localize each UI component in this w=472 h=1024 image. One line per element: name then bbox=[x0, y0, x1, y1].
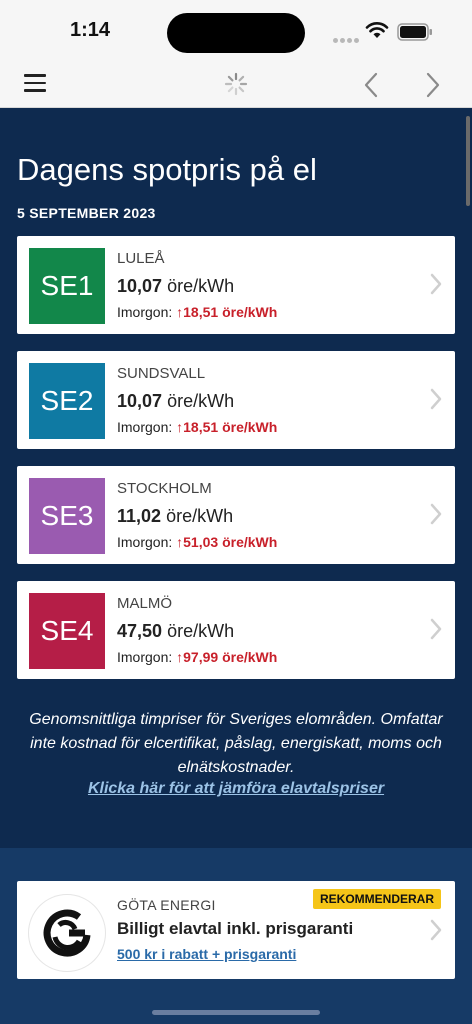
forward-arrow-icon[interactable] bbox=[422, 70, 444, 100]
promo-headline: Billigt elavtal inkl. prisgaranti bbox=[117, 919, 354, 938]
region-card-se3[interactable]: SE3 STOCKHOLM 11,02 öre/kWh Imorgon: ↑51… bbox=[17, 466, 455, 564]
region-city: LULEÅ bbox=[117, 250, 165, 267]
promo-brand: GÖTA ENERGI bbox=[117, 897, 216, 913]
price-disclaimer: Genomsnittliga timpriser för Sveriges el… bbox=[29, 711, 443, 776]
dynamic-island bbox=[167, 13, 305, 53]
price-value: 10,07 bbox=[117, 391, 163, 411]
region-city: MALMÖ bbox=[117, 595, 173, 612]
promo-offer-link[interactable]: 500 kr i rabatt + prisgaranti bbox=[117, 946, 296, 962]
tomorrow-price: Imorgon: ↑97,99 öre/kWh bbox=[117, 649, 277, 665]
price-unit: öre/kWh bbox=[167, 391, 235, 411]
chevron-right-icon bbox=[430, 273, 442, 295]
gota-energi-logo bbox=[29, 895, 105, 971]
tomorrow-price: Imorgon: ↑51,03 öre/kWh bbox=[117, 534, 277, 550]
price-unit: öre/kWh bbox=[167, 621, 235, 641]
tomorrow-value: 97,99 öre/kWh bbox=[183, 649, 278, 665]
region-price: 10,07 öre/kWh bbox=[117, 391, 234, 412]
region-price: 10,07 öre/kWh bbox=[117, 276, 234, 297]
cellular-signal-icon bbox=[333, 30, 361, 48]
price-value: 11,02 bbox=[117, 506, 162, 526]
region-city: STOCKHOLM bbox=[117, 480, 212, 497]
region-price: 47,50 öre/kWh bbox=[117, 621, 234, 642]
chevron-right-icon bbox=[430, 919, 442, 941]
tomorrow-value: 18,51 öre/kWh bbox=[183, 304, 278, 320]
region-price: 11,02 öre/kWh bbox=[117, 506, 233, 527]
region-code-badge: SE1 bbox=[29, 248, 105, 324]
page-date: 5 SEPTEMBER 2023 bbox=[17, 205, 156, 221]
region-card-se2[interactable]: SE2 SUNDSVALL 10,07 öre/kWh Imorgon: ↑18… bbox=[17, 351, 455, 449]
home-indicator bbox=[152, 1010, 320, 1015]
wifi-icon bbox=[365, 22, 389, 38]
status-time: 1:14 bbox=[70, 19, 111, 41]
nav-bar bbox=[0, 62, 472, 108]
main-content: Dagens spotpris på el 5 SEPTEMBER 2023 S… bbox=[0, 108, 472, 848]
tomorrow-label: Imorgon: bbox=[117, 304, 173, 320]
price-unit: öre/kWh bbox=[166, 506, 234, 526]
loading-spinner-icon bbox=[224, 72, 248, 96]
chevron-right-icon bbox=[430, 618, 442, 640]
region-code-badge: SE4 bbox=[29, 593, 105, 669]
price-value: 10,07 bbox=[117, 276, 163, 296]
back-arrow-icon[interactable] bbox=[360, 70, 382, 100]
price-unit: öre/kWh bbox=[167, 276, 235, 296]
status-bar: 1:14 bbox=[0, 0, 472, 62]
price-value: 47,50 bbox=[117, 621, 163, 641]
tomorrow-label: Imorgon: bbox=[117, 649, 173, 665]
tomorrow-label: Imorgon: bbox=[117, 534, 173, 550]
region-card-se1[interactable]: SE1 LULEÅ 10,07 öre/kWh Imorgon: ↑18,51 … bbox=[17, 236, 455, 334]
page-title: Dagens spotpris på el bbox=[17, 152, 317, 187]
region-city: SUNDSVALL bbox=[117, 365, 206, 382]
tomorrow-price: Imorgon: ↑18,51 öre/kWh bbox=[117, 419, 277, 435]
tomorrow-label: Imorgon: bbox=[117, 419, 173, 435]
compare-prices-link[interactable]: Klicka här för att jämföra elavtalsprise… bbox=[0, 780, 472, 798]
promo-card[interactable]: GÖTA ENERGI REKOMMENDERAR Billigt elavta… bbox=[17, 881, 455, 979]
tomorrow-price: Imorgon: ↑18,51 öre/kWh bbox=[117, 304, 277, 320]
promo-section: GÖTA ENERGI REKOMMENDERAR Billigt elavta… bbox=[0, 848, 472, 1024]
region-code-badge: SE3 bbox=[29, 478, 105, 554]
scrollbar[interactable] bbox=[466, 116, 470, 206]
chevron-right-icon bbox=[430, 503, 442, 525]
tomorrow-value: 51,03 öre/kWh bbox=[183, 534, 278, 550]
battery-icon bbox=[397, 23, 432, 41]
chevron-right-icon bbox=[430, 388, 442, 410]
hamburger-menu-icon[interactable] bbox=[24, 74, 48, 94]
region-card-se4[interactable]: SE4 MALMÖ 47,50 öre/kWh Imorgon: ↑97,99 … bbox=[17, 581, 455, 679]
tomorrow-value: 18,51 öre/kWh bbox=[183, 419, 278, 435]
recommended-badge: REKOMMENDERAR bbox=[313, 889, 441, 909]
region-code-badge: SE2 bbox=[29, 363, 105, 439]
